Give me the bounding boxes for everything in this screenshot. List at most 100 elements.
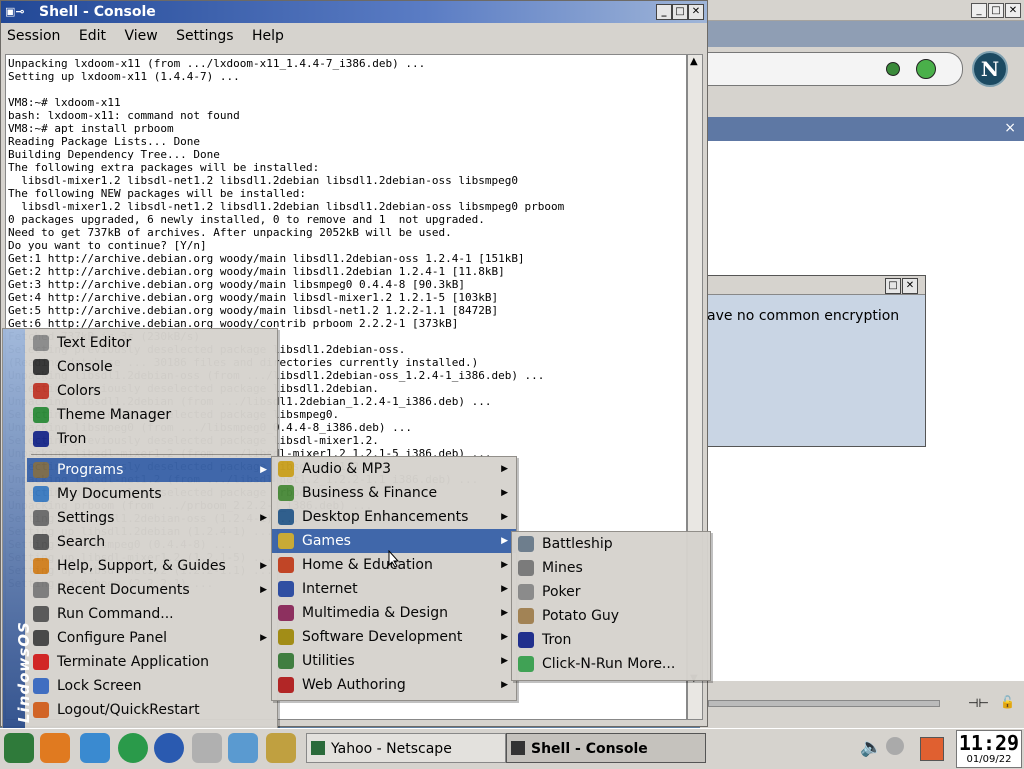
lifevest-icon[interactable]: [40, 733, 70, 763]
console-titlebar[interactable]: ▣⊸ Shell - Console _ □ ✕: [1, 1, 707, 23]
tron-icon: [518, 632, 534, 648]
close-button[interactable]: ✕: [688, 4, 704, 20]
games-item-tron[interactable]: Tron: [512, 628, 710, 652]
start-item-run-command[interactable]: Run Command...: [27, 602, 275, 626]
games-item-mines[interactable]: Mines: [512, 556, 710, 580]
home-icon: [278, 557, 294, 573]
click-n-run-icon: [518, 656, 534, 672]
start-menu: LindowsOS Text Editor Console Colors Theme …: [2, 328, 278, 730]
dialog-maximize-button[interactable]: □: [885, 278, 901, 294]
submenu-arrow-icon: ▶: [501, 632, 508, 642]
console-menubar: Session Edit View Settings Help: [1, 23, 707, 49]
menu-item-label: Poker: [542, 584, 581, 600]
clock-time: 11:29: [958, 731, 1020, 755]
menu-item-label: Business & Finance: [302, 485, 438, 501]
recent-item-tron[interactable]: Tron: [27, 427, 275, 451]
volume-icon[interactable]: 🔈: [860, 737, 882, 758]
power-icon[interactable]: [920, 737, 944, 761]
start-item-terminate-application[interactable]: Terminate Application: [27, 650, 275, 674]
battleship-icon: [518, 536, 534, 552]
settings-icon: [33, 510, 49, 526]
programs-item-business-finance[interactable]: Business & Finance ▶: [272, 481, 516, 505]
network-icon[interactable]: [886, 737, 904, 755]
menu-item-label: Colors: [57, 383, 101, 399]
start-item-settings[interactable]: Settings ▶: [27, 506, 275, 530]
sidebar-close-icon[interactable]: ×: [1004, 120, 1016, 136]
submenu-arrow-icon: ▶: [260, 585, 267, 595]
submenu-arrow-icon: ▶: [260, 465, 267, 475]
task-button-shell-console[interactable]: Shell - Console: [506, 733, 706, 763]
maximize-button[interactable]: □: [672, 4, 688, 20]
scroll-up-icon[interactable]: ▲: [690, 56, 698, 67]
start-menu-brand: LindowsOS: [3, 329, 33, 729]
games-item-poker[interactable]: Poker: [512, 580, 710, 604]
start-button-icon[interactable]: [4, 733, 34, 763]
recent-item-console[interactable]: Console: [27, 355, 275, 379]
paint-icon[interactable]: [266, 733, 296, 763]
games-item-potato-guy[interactable]: Potato Guy: [512, 604, 710, 628]
menu-item-label: Mines: [542, 560, 583, 576]
taskbar: Yahoo - Netscape Shell - Console 🔈 11:29 …: [0, 728, 1024, 769]
maximize-button[interactable]: □: [988, 3, 1004, 18]
start-item-help-support-guides[interactable]: Help, Support, & Guides ▶: [27, 554, 275, 578]
programs-item-utilities[interactable]: Utilities ▶: [272, 649, 516, 673]
configure-panel-icon: [33, 630, 49, 646]
dialog-close-button[interactable]: ✕: [902, 278, 918, 294]
console-window-icon: ▣⊸: [5, 5, 25, 18]
submenu-arrow-icon: ▶: [501, 512, 508, 522]
cube-icon[interactable]: [80, 733, 110, 763]
programs-item-internet[interactable]: Internet ▶: [272, 577, 516, 601]
window-title: Shell - Console: [39, 4, 156, 20]
menu-item-label: Potato Guy: [542, 608, 620, 624]
menu-item-label: Help, Support, & Guides: [57, 558, 226, 574]
menu-item-label: Home & Education: [302, 557, 433, 573]
games-item-click-n-run-more[interactable]: Click-N-Run More...: [512, 652, 710, 676]
globe-icon[interactable]: [154, 733, 184, 763]
click-n-run-icon[interactable]: [228, 733, 258, 763]
start-item-recent-documents[interactable]: Recent Documents ▶: [27, 578, 275, 602]
programs-item-multimedia-design[interactable]: Multimedia & Design ▶: [272, 601, 516, 625]
menu-session[interactable]: Session: [7, 28, 60, 44]
search-icon: [33, 534, 49, 550]
menu-edit[interactable]: Edit: [79, 28, 106, 44]
close-button[interactable]: ✕: [1005, 3, 1021, 18]
menu-item-label: Recent Documents: [57, 582, 190, 598]
start-item-my-documents[interactable]: My Documents: [27, 482, 275, 506]
clock[interactable]: 11:29 01/09/22: [956, 730, 1022, 768]
start-item-search[interactable]: Search: [27, 530, 275, 554]
colors-icon: [33, 383, 49, 399]
recent-item-colors[interactable]: Colors: [27, 379, 275, 403]
menu-view[interactable]: View: [124, 28, 157, 44]
start-item-programs[interactable]: Programs ▶: [27, 458, 275, 482]
runner-icon[interactable]: [118, 733, 148, 763]
menu-item-label: Click-N-Run More...: [542, 656, 676, 672]
mines-icon: [518, 560, 534, 576]
menu-item-label: Programs: [57, 462, 124, 478]
minimize-button[interactable]: _: [971, 3, 987, 18]
web-authoring-icon: [278, 677, 294, 693]
recent-item-text-editor[interactable]: Text Editor: [27, 331, 275, 355]
start-item-logout-quickrestart[interactable]: Logout/QuickRestart: [27, 698, 275, 722]
programs-item-audio-mp3[interactable]: Audio & MP3 ▶: [272, 457, 516, 481]
programs-item-web-authoring[interactable]: Web Authoring ▶: [272, 673, 516, 697]
start-item-lock-screen[interactable]: Lock Screen: [27, 674, 275, 698]
terminate-icon: [33, 654, 49, 670]
games-item-battleship[interactable]: Battleship: [512, 532, 710, 556]
menu-settings[interactable]: Settings: [176, 28, 233, 44]
menu-help[interactable]: Help: [252, 28, 284, 44]
netscape-logo[interactable]: N: [972, 51, 1008, 87]
security-icon: [886, 62, 900, 76]
programs-item-software-development[interactable]: Software Development ▶: [272, 625, 516, 649]
drive-icon[interactable]: [192, 733, 222, 763]
programs-item-desktop-enhancements[interactable]: Desktop Enhancements ▶: [272, 505, 516, 529]
task-button-yahoo-netscape[interactable]: Yahoo - Netscape: [306, 733, 506, 763]
start-item-configure-panel[interactable]: Configure Panel ▶: [27, 626, 275, 650]
recent-item-theme-manager[interactable]: Theme Manager: [27, 403, 275, 427]
submenu-arrow-icon: ▶: [260, 561, 267, 571]
text-editor-icon: [33, 335, 49, 351]
go-icon[interactable]: [916, 59, 936, 79]
menu-item-label: Console: [57, 359, 113, 375]
submenu-arrow-icon: ▶: [501, 560, 508, 570]
url-bar[interactable]: [700, 52, 963, 86]
minimize-button[interactable]: _: [656, 4, 672, 20]
